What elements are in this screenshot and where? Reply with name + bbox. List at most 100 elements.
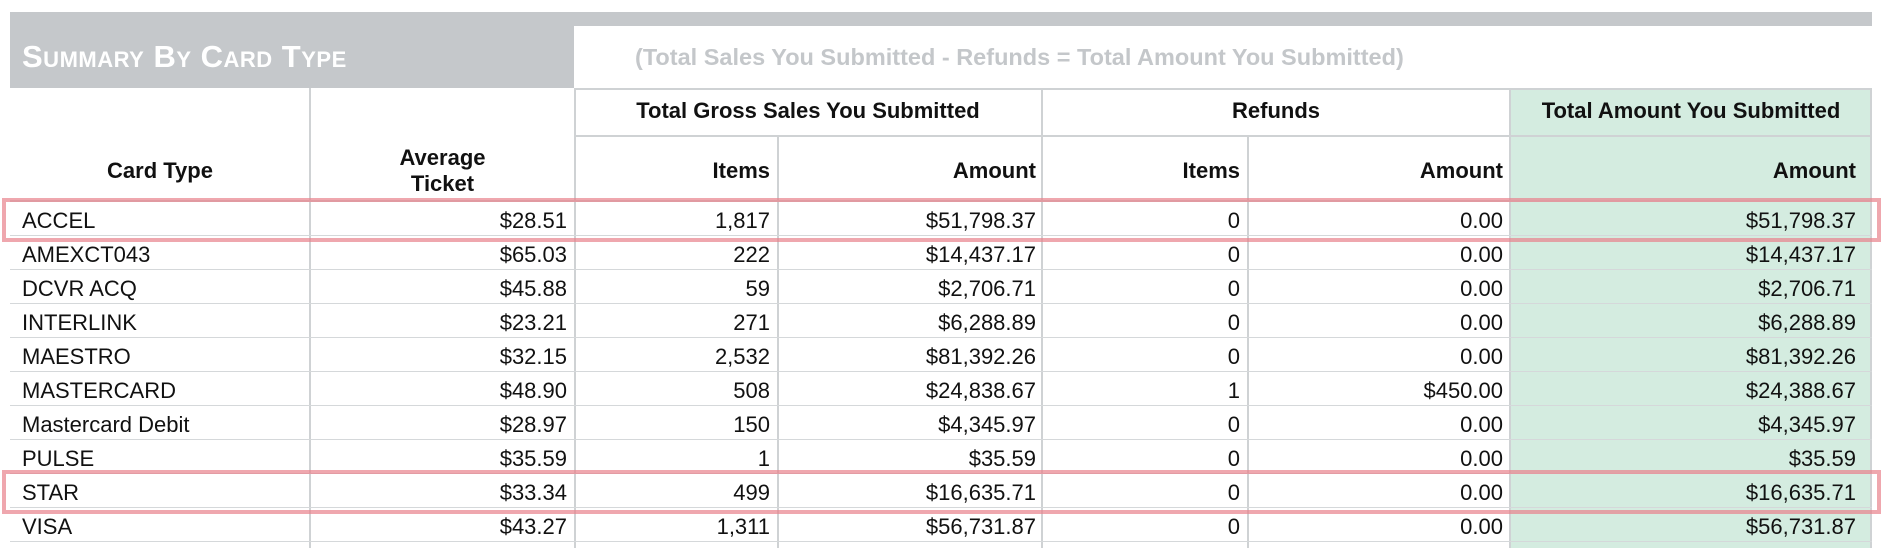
- header-total-submitted: Total Amount You Submitted: [1541, 98, 1841, 123]
- cell-average-ticket: $45.88: [499, 276, 567, 301]
- cell-refund-amount: 0.00: [1460, 412, 1503, 437]
- cell-average-ticket: $48.90: [499, 378, 567, 403]
- cell-average-ticket: $33.34: [499, 480, 567, 505]
- cell-gross-amount: $4,345.97: [938, 412, 1036, 437]
- cell-gross-items: 1: [757, 446, 770, 471]
- cell-card-type: AMEXCT043: [22, 242, 151, 267]
- header-refund-amount: Amount: [1419, 158, 1503, 183]
- cell-refund-amount: 0.00: [1460, 446, 1503, 471]
- cell-gross-items: 150: [733, 412, 770, 437]
- cell-average-ticket: $65.03: [499, 242, 567, 267]
- header-refunds: Refunds: [1232, 98, 1320, 123]
- cell-total-amount: $4,345.97: [1758, 412, 1856, 437]
- cell-total-amount: $51,798.37: [1745, 208, 1856, 233]
- header-gross-amount: Amount: [952, 158, 1036, 183]
- cell-refund-items: 0: [1227, 344, 1240, 369]
- cell-refund-amount: $450.00: [1423, 378, 1503, 403]
- grid-hline: [574, 135, 1872, 137]
- row-divider: [10, 507, 1872, 508]
- cell-refund-amount: 0.00: [1460, 514, 1503, 539]
- grid-vline: [1509, 88, 1511, 548]
- row-divider: [10, 337, 1872, 338]
- cell-gross-items: 508: [733, 378, 770, 403]
- cell-total-amount: $56,731.87: [1745, 514, 1856, 539]
- grid-hline: [10, 200, 1872, 202]
- cell-refund-items: 0: [1227, 514, 1240, 539]
- cell-gross-items: 2,532: [714, 344, 770, 369]
- grid-vline: [777, 136, 779, 548]
- cell-card-type: PULSE: [22, 446, 95, 471]
- cell-refund-items: 0: [1227, 412, 1240, 437]
- cell-gross-amount: $6,288.89: [938, 310, 1036, 335]
- cell-refund-amount: 0.00: [1460, 208, 1503, 233]
- header-average-ticket: Average Ticket: [399, 145, 486, 196]
- cell-refund-items: 0: [1227, 276, 1240, 301]
- cell-total-amount: $6,288.89: [1758, 310, 1856, 335]
- cell-card-type: MASTERCARD: [22, 378, 177, 403]
- cell-refund-amount: 0.00: [1460, 242, 1503, 267]
- cell-card-type: STAR: [22, 480, 80, 505]
- row-divider: [10, 303, 1872, 304]
- grid-vline: [1247, 136, 1249, 548]
- cell-refund-items: 0: [1227, 310, 1240, 335]
- cell-average-ticket: $28.51: [499, 208, 567, 233]
- cell-refund-amount: 0.00: [1460, 344, 1503, 369]
- cell-gross-amount: $56,731.87: [925, 514, 1036, 539]
- cell-gross-items: 1,817: [714, 208, 770, 233]
- row-divider: [10, 405, 1872, 406]
- cell-card-type: INTERLINK: [22, 310, 137, 335]
- cell-card-type: DCVR ACQ: [22, 276, 137, 301]
- cell-average-ticket: $43.27: [499, 514, 567, 539]
- grid-vline: [1870, 88, 1872, 548]
- header-card-type: Card Type: [107, 158, 213, 183]
- title-banner: Summary By Card Type: [10, 26, 574, 88]
- grid-vline: [1041, 88, 1043, 548]
- grid-vline: [574, 88, 576, 548]
- formula-note: (Total Sales You Submitted - Refunds = T…: [635, 43, 1404, 70]
- cell-gross-items: 499: [733, 480, 770, 505]
- cell-refund-amount: 0.00: [1460, 310, 1503, 335]
- cell-average-ticket: $23.21: [499, 310, 567, 335]
- cell-total-amount: $2,706.71: [1758, 276, 1856, 301]
- cell-gross-amount: $51,798.37: [925, 208, 1036, 233]
- header-gross-sales: Total Gross Sales You Submitted: [636, 98, 980, 123]
- cell-total-amount: $14,437.17: [1745, 242, 1856, 267]
- row-divider: [10, 269, 1872, 270]
- cell-total-amount: $16,635.71: [1745, 480, 1856, 505]
- cell-gross-amount: $2,706.71: [938, 276, 1036, 301]
- grid-hline: [574, 88, 1872, 90]
- row-divider: [10, 541, 1872, 542]
- cell-refund-amount: 0.00: [1460, 480, 1503, 505]
- cell-refund-items: 0: [1227, 242, 1240, 267]
- top-band: [10, 12, 1872, 26]
- cell-card-type: Mastercard Debit: [22, 412, 190, 437]
- formula-banner: (Total Sales You Submitted - Refunds = T…: [577, 26, 1872, 88]
- row-divider: [10, 235, 1872, 236]
- header-total-amount: Amount: [1772, 158, 1856, 183]
- cell-gross-amount: $14,437.17: [925, 242, 1036, 267]
- cell-card-type: MAESTRO: [22, 344, 131, 369]
- cell-gross-amount: $35.59: [968, 446, 1036, 471]
- cell-gross-amount: $81,392.26: [925, 344, 1036, 369]
- cell-refund-items: 0: [1227, 208, 1240, 233]
- cell-total-amount: $24,388.67: [1745, 378, 1856, 403]
- cell-total-amount: $81,392.26: [1745, 344, 1856, 369]
- cell-refund-amount: 0.00: [1460, 276, 1503, 301]
- cell-gross-amount: $16,635.71: [925, 480, 1036, 505]
- cell-gross-items: 222: [733, 242, 770, 267]
- cell-gross-items: 59: [745, 276, 770, 301]
- page-title: Summary By Card Type: [22, 39, 347, 74]
- row-divider: [10, 371, 1872, 372]
- cell-gross-amount: $24,838.67: [925, 378, 1036, 403]
- cell-gross-items: 1,311: [716, 514, 770, 539]
- row-divider: [10, 439, 1872, 440]
- cell-gross-items: 271: [733, 310, 770, 335]
- row-divider: [10, 473, 1872, 474]
- cell-refund-items: 0: [1227, 446, 1240, 471]
- header-gross-items: Items: [712, 158, 770, 183]
- header-refund-items: Items: [1182, 158, 1240, 183]
- cell-total-amount: $35.59: [1788, 446, 1856, 471]
- cell-average-ticket: $28.97: [499, 412, 567, 437]
- cell-card-type: ACCEL: [22, 208, 96, 233]
- cell-average-ticket: $32.15: [499, 344, 567, 369]
